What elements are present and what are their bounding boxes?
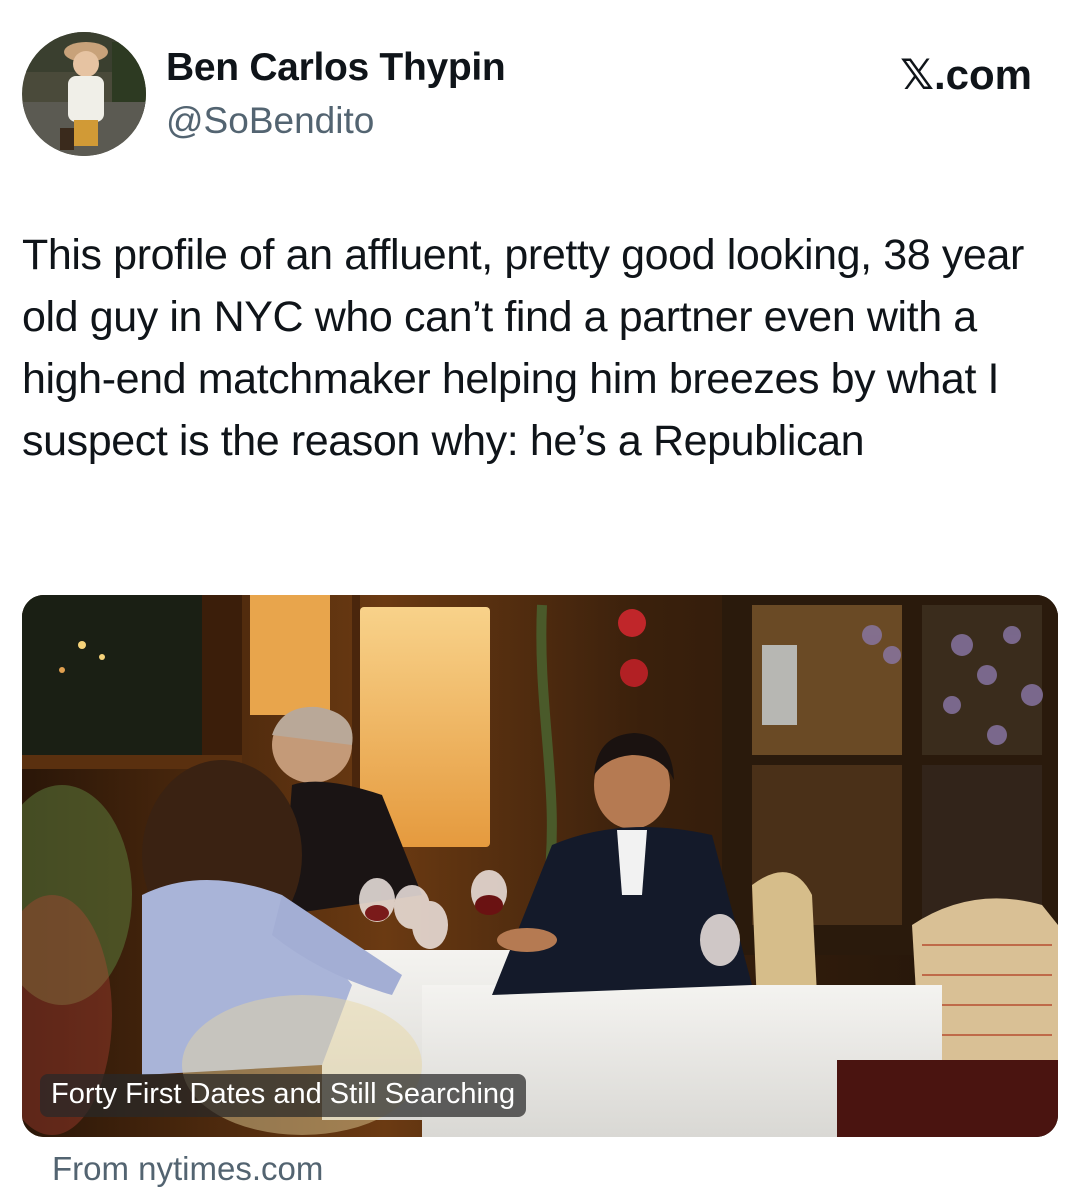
- link-card[interactable]: [22, 595, 1058, 1137]
- card-source[interactable]: From nytimes.com: [52, 1150, 323, 1188]
- tweet-text: This profile of an affluent, pretty good…: [22, 231, 1024, 465]
- restaurant-photo-icon: [22, 595, 1058, 1137]
- avatar[interactable]: [22, 32, 146, 156]
- site-label: 𝕏.com: [900, 51, 1032, 98]
- author-handle[interactable]: @SoBendito: [166, 100, 374, 142]
- author-display-name[interactable]: Ben Carlos Thypin: [166, 46, 506, 90]
- card-title[interactable]: Forty First Dates and Still Searching: [40, 1074, 527, 1117]
- avatar-photo-icon: [22, 32, 146, 156]
